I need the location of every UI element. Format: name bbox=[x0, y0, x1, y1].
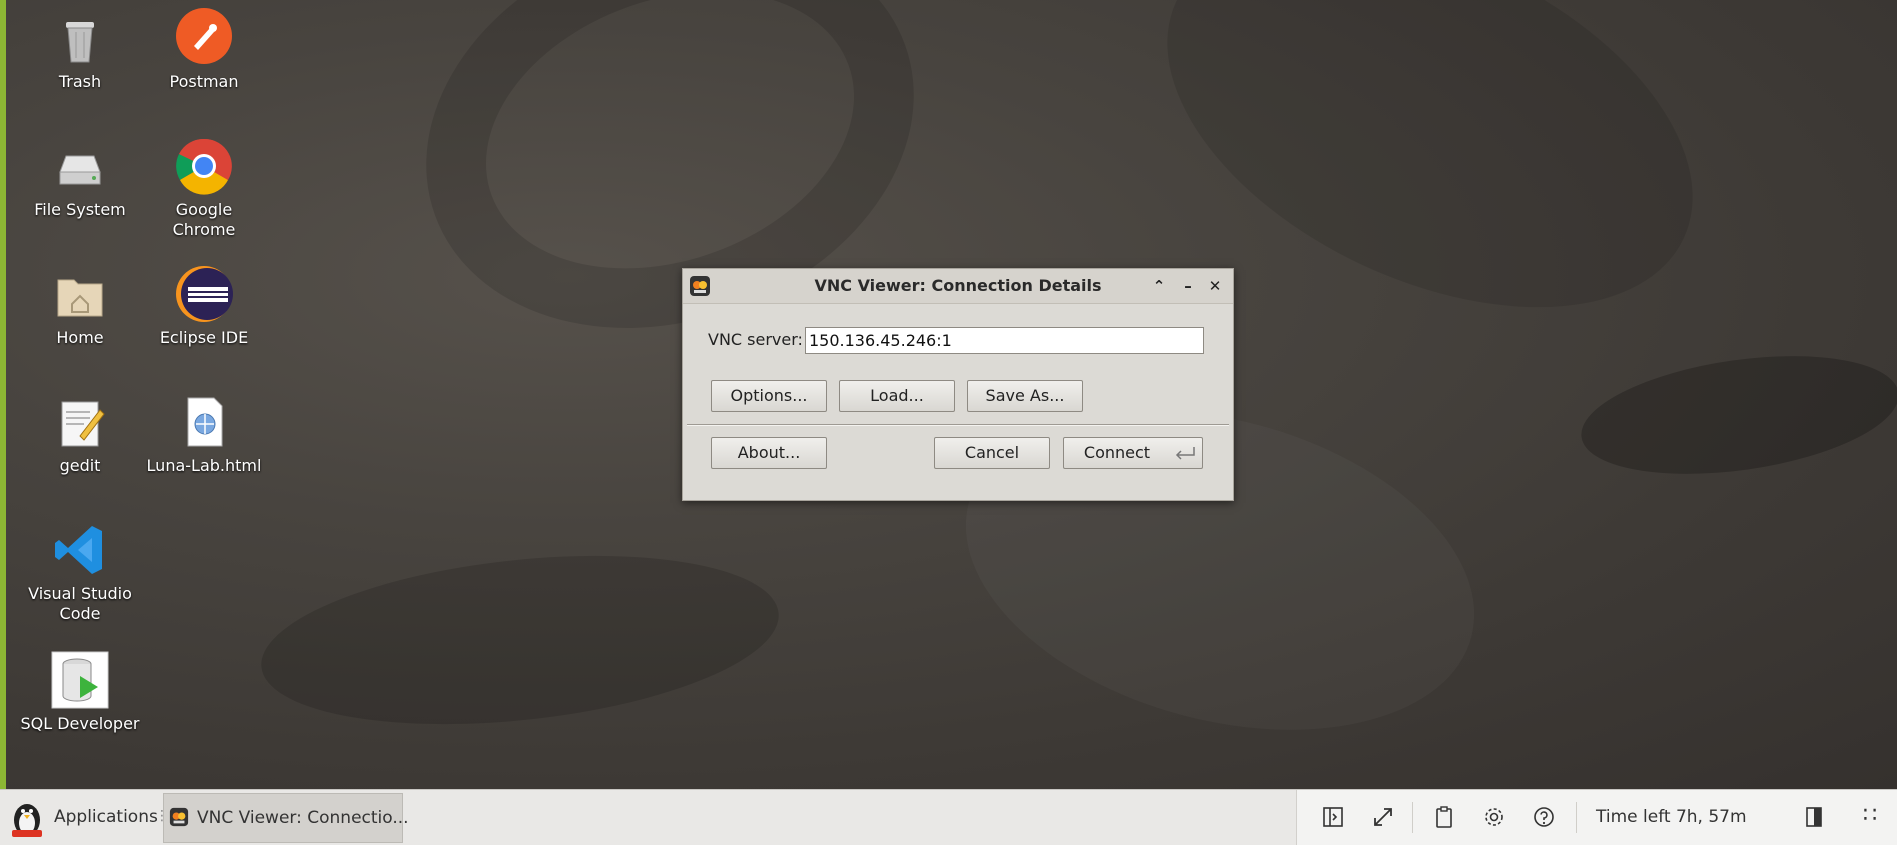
sql-developer-icon bbox=[50, 650, 110, 710]
desktop-icon-postman[interactable]: Postman bbox=[144, 8, 264, 92]
tray-divider bbox=[1576, 802, 1577, 833]
save-as-button[interactable]: Save As... bbox=[967, 380, 1083, 412]
desktop-icon-eclipse[interactable]: Eclipse IDE bbox=[144, 264, 264, 348]
desktop-icon-label: Luna-Lab.html bbox=[146, 456, 262, 475]
desktop-icon-label: Home bbox=[56, 328, 104, 347]
home-folder-icon bbox=[50, 264, 110, 324]
drive-icon bbox=[50, 136, 110, 196]
desktop-icon-luna-lab[interactable]: Luna-Lab.html bbox=[144, 392, 264, 476]
desktop-icon-label: Eclipse IDE bbox=[159, 328, 249, 347]
desktop-icon-gedit[interactable]: gedit bbox=[20, 392, 140, 476]
clipboard-icon[interactable] bbox=[1432, 805, 1456, 829]
desktop-icon-label: Visual Studio Code bbox=[28, 584, 132, 623]
system-tray: Time left 7h, 57m ∷ bbox=[1296, 790, 1897, 845]
background-swoosh bbox=[1573, 338, 1897, 492]
vnc-server-label: VNC server: bbox=[708, 330, 803, 349]
desktop-icon-label: gedit bbox=[59, 456, 101, 475]
panel-toggle-icon[interactable] bbox=[1321, 805, 1345, 829]
eclipse-icon bbox=[174, 264, 234, 324]
vnc-server-input[interactable] bbox=[805, 327, 1204, 354]
tray-divider bbox=[1412, 802, 1413, 833]
dialog-separator bbox=[687, 424, 1229, 426]
desktop-icon-vscode[interactable]: Visual Studio Code bbox=[20, 520, 140, 624]
minimize-button[interactable]: – bbox=[1177, 275, 1199, 297]
postman-icon bbox=[174, 8, 234, 68]
about-button[interactable]: About... bbox=[711, 437, 827, 469]
more-options-icon[interactable]: ∷ bbox=[1863, 803, 1877, 829]
time-left-label: Time left 7h, 57m bbox=[1596, 807, 1747, 827]
desktop-icon-label: SQL Developer bbox=[20, 714, 140, 733]
desktop-icon-label: Trash bbox=[58, 72, 102, 91]
close-icon: ✕ bbox=[1208, 277, 1222, 295]
background-swoosh bbox=[253, 533, 787, 747]
desktop-icon-label: Postman bbox=[169, 72, 239, 91]
desktop-background: Trash Postman File System Google Chrome … bbox=[0, 0, 1897, 789]
taskbar-window-label: VNC Viewer: Connectio... bbox=[197, 808, 409, 828]
cancel-button[interactable]: Cancel bbox=[934, 437, 1050, 469]
chrome-icon bbox=[174, 136, 234, 196]
connect-button[interactable]: Connect bbox=[1063, 437, 1203, 469]
dialog-titlebar[interactable]: VNC Viewer: Connection Details ⌃ – ✕ bbox=[683, 269, 1233, 304]
desktop-icon-google-chrome[interactable]: Google Chrome bbox=[144, 136, 264, 240]
desktop-icon-home[interactable]: Home bbox=[20, 264, 140, 348]
tux-logo-icon bbox=[6, 796, 48, 838]
shade-button[interactable]: ⌃ bbox=[1148, 275, 1170, 297]
vnc-viewer-app-icon bbox=[169, 807, 189, 827]
vscode-icon bbox=[50, 520, 110, 580]
gear-icon[interactable] bbox=[1482, 805, 1506, 829]
help-icon[interactable] bbox=[1532, 805, 1556, 829]
applications-label: Applications bbox=[54, 807, 158, 827]
fullscreen-icon[interactable] bbox=[1371, 805, 1395, 829]
desktop-icon-label: File System bbox=[34, 200, 126, 219]
trash-icon bbox=[50, 8, 110, 68]
side-panel-icon[interactable] bbox=[1802, 805, 1826, 829]
enter-key-icon bbox=[1172, 443, 1198, 473]
load-button[interactable]: Load... bbox=[839, 380, 955, 412]
desktop-icon-file-system[interactable]: File System bbox=[20, 136, 140, 220]
close-button[interactable]: ✕ bbox=[1204, 275, 1226, 297]
connect-label: Connect bbox=[1083, 443, 1151, 462]
taskbar-window-vnc[interactable]: VNC Viewer: Connectio... bbox=[163, 793, 409, 843]
text-editor-icon bbox=[50, 392, 110, 452]
desktop-icon-trash[interactable]: Trash bbox=[20, 8, 140, 92]
applications-menu[interactable]: Applications bbox=[0, 790, 158, 845]
vnc-connection-dialog: VNC Viewer: Connection Details ⌃ – ✕ VNC… bbox=[682, 268, 1234, 501]
taskbar: Applications ⋮ VNC Viewer: Connectio... … bbox=[0, 789, 1897, 845]
options-button[interactable]: Options... bbox=[711, 380, 827, 412]
minimize-icon: – bbox=[1184, 277, 1192, 295]
chevron-up-icon: ⌃ bbox=[1152, 277, 1166, 295]
desktop-icon-sql-developer[interactable]: SQL Developer bbox=[20, 650, 140, 734]
desktop-icon-label: Google Chrome bbox=[172, 200, 236, 239]
html-file-icon bbox=[174, 392, 234, 452]
left-accent-bar bbox=[0, 0, 6, 789]
